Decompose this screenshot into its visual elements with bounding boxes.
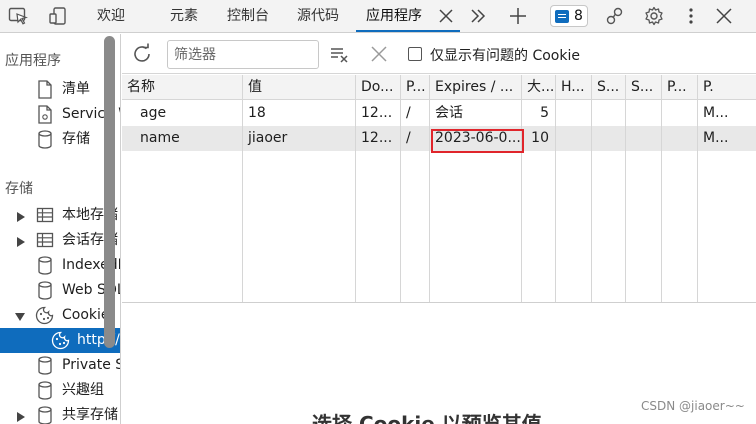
expand-triangle-icon[interactable] [17,212,25,222]
table-icon [36,231,54,250]
cookie-icon [35,306,54,325]
database-icon [37,406,55,424]
close-devtools-icon[interactable] [713,5,735,27]
clear-filter-icon[interactable] [328,43,350,65]
cookie-icon [51,331,70,350]
column-divider[interactable] [355,75,356,302]
sidebar-item-service-workers[interactable]: Service Workers [0,102,120,127]
tab-elements[interactable]: 元素 [170,0,198,32]
device-emulation-icon[interactable] [47,5,69,27]
expand-triangle-icon[interactable] [17,412,25,422]
cell-size: 5 [540,105,549,121]
cell-path: / [406,130,411,146]
column-header-partition[interactable]: P... [662,75,697,100]
table-icon [36,206,54,225]
issues-badge[interactable]: 8 [550,5,588,27]
tab-application-label: 应用程序 [366,8,422,24]
sidebar-section-application: 应用程序 [5,53,61,69]
only-issues-label: 仅显示有问题的 Cookie [430,48,580,64]
only-issues-checkbox[interactable] [408,47,422,61]
sidebar-item-storage[interactable]: 存储 [0,127,120,152]
column-divider[interactable] [400,75,401,302]
sidebar-item-interest-groups[interactable]: 兴趣组 [0,378,120,403]
sidebar-item-indexeddb[interactable]: IndexedDB [0,253,120,278]
sidebar-item-cookies[interactable]: Cookie [0,303,120,328]
more-tabs-chevron-icon[interactable] [467,5,489,27]
sidebar-item-private-state-tokens[interactable]: Private State Tokens [0,353,120,378]
cell-value: jiaoer [248,130,288,146]
cookie-table: 名称 值 Do... P... Expires / ... 大... H... … [122,75,756,302]
file-icon [37,80,55,99]
column-header-size[interactable]: 大... [522,75,555,100]
sidebar-item-web-sql[interactable]: Web SQL [0,278,120,303]
tab-console[interactable]: 控制台 [227,0,269,32]
database-icon [37,356,55,375]
column-header-domain[interactable]: Do... [356,75,400,100]
column-header-priority[interactable]: P. [698,75,756,100]
column-divider[interactable] [521,75,522,302]
tab-sources[interactable]: 源代码 [297,0,339,32]
highlight-annotation-box [431,129,524,153]
grid-preview-divider[interactable] [122,302,756,303]
settings-gear-icon[interactable] [643,5,665,27]
column-divider[interactable] [429,75,430,302]
gear-file-icon [37,105,55,124]
cell-size: 10 [531,130,549,146]
cell-priority: M... [703,105,729,121]
column-divider[interactable] [242,75,243,302]
column-header-secure[interactable]: S... [592,75,625,100]
filter-input[interactable] [167,40,319,69]
sidebar-item-local-storage[interactable]: 本地存储 [0,203,120,228]
sidebar-scrollbar[interactable] [104,36,115,348]
database-icon [37,256,55,275]
application-sidebar: 应用程序 清单 Service Workers 存储 存储 本地存储 会话存储 … [0,34,121,424]
column-header-path[interactable]: P... [401,75,429,100]
database-icon [37,281,55,300]
column-header-httponly[interactable]: H... [556,75,591,100]
database-icon [37,130,55,149]
refresh-icon[interactable] [131,43,153,65]
database-icon [37,381,55,400]
cell-domain: 12... [361,130,393,146]
issues-chat-icon [555,9,569,23]
inspect-element-icon[interactable] [7,5,29,27]
more-options-icon[interactable] [680,5,702,27]
cell-value: 18 [248,105,266,121]
cell-expires: 会话 [435,105,463,121]
delete-icon[interactable] [368,43,390,65]
cell-name: name [140,130,180,146]
column-divider[interactable] [591,75,592,302]
column-header-expires[interactable]: Expires / ... [430,75,521,100]
tab-welcome[interactable]: 欢迎 [97,0,125,32]
cell-path: / [406,105,411,121]
issues-count: 8 [574,8,583,24]
column-header-name[interactable]: 名称 [122,75,242,100]
sidebar-item-session-storage[interactable]: 会话存储 [0,228,120,253]
sidebar-section-storage: 存储 [5,181,33,197]
connection-icon[interactable] [604,5,626,27]
close-tab-icon[interactable] [436,6,456,26]
expand-triangle-icon[interactable] [17,237,25,247]
sidebar-item-shared-storage[interactable]: 共享存储 [0,403,120,424]
csdn-watermark: CSDN @jiaoer~~ [641,399,745,413]
column-header-value[interactable]: 值 [243,75,355,100]
column-header-samesite[interactable]: S... [626,75,661,100]
cookie-preview-hint: 选择 Cookie 以预览其值 [312,412,542,424]
cell-domain: 12... [361,105,393,121]
devtools-tab-bar: 欢迎 元素 控制台 源代码 应用程序 8 [0,0,756,33]
cookies-toolbar: 仅显示有问题的 Cookie [122,34,756,74]
column-divider[interactable] [625,75,626,302]
sidebar-item-manifest[interactable]: 清单 [0,77,120,102]
collapse-triangle-icon[interactable] [15,313,25,321]
column-divider[interactable] [661,75,662,302]
sidebar-item-cookie-origin[interactable]: http://localhost [0,328,120,353]
cell-name: age [140,105,167,121]
cell-priority: M... [703,130,729,146]
add-tab-plus-icon[interactable] [507,5,529,27]
column-divider[interactable] [555,75,556,302]
column-divider[interactable] [697,75,698,302]
